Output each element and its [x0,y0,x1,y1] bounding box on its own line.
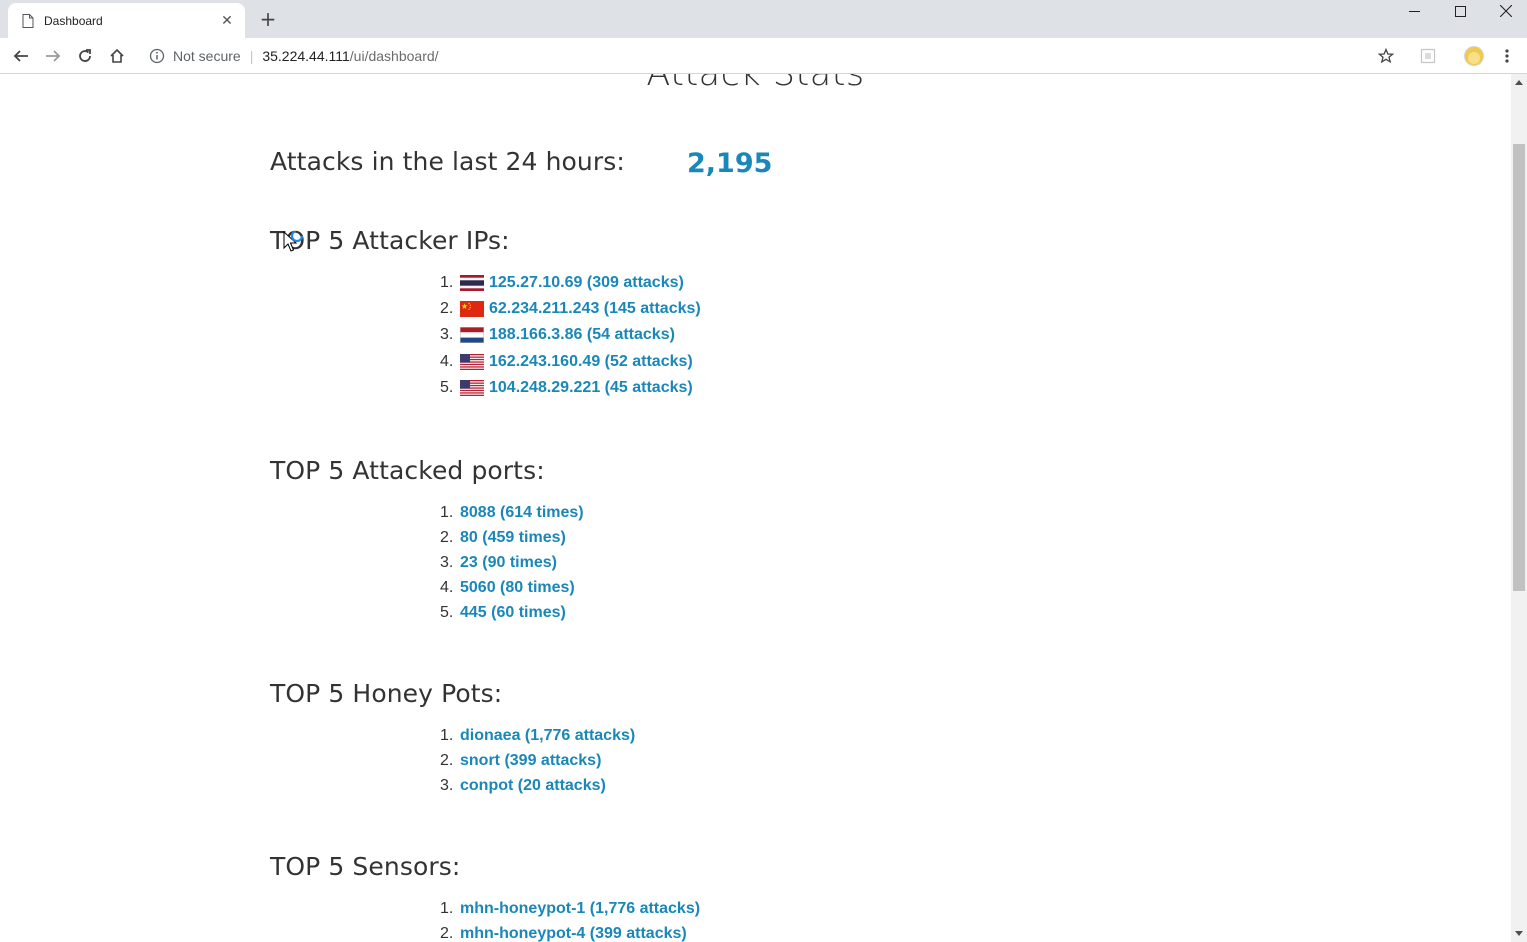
item-number: 1. [440,726,454,744]
home-icon[interactable] [105,44,129,68]
usa-flag-icon [460,380,484,396]
page-title: Attack Stats [646,74,865,94]
china-flag-icon [460,301,484,317]
url-path: /ui/dashboard/ [349,48,439,64]
list-item: 1. 125.27.10.69 (309 attacks) [440,270,701,296]
attacker-ip-link[interactable]: 188.166.3.86 (54 attacks) [489,326,675,344]
item-number: 5. [440,603,454,621]
profile-avatar-icon[interactable] [1462,44,1486,68]
extension-icon[interactable] [1416,44,1440,68]
top-honeypots-heading: TOP 5 Honey Pots: [270,679,503,708]
scroll-down-arrow-icon[interactable] [1515,931,1523,936]
attacks-24h-label: Attacks in the last 24 hours: [270,147,625,176]
url-divider: | [249,48,254,64]
list-item: 4. 5060 (80 times) [440,575,584,600]
page-viewport: Attack Stats Attacks in the last 24 hour… [0,74,1511,942]
mouse-cursor-icon [283,231,304,252]
list-item: 3. 23 (90 times) [440,550,584,575]
attacker-ip-link[interactable]: 162.243.160.49 (52 attacks) [489,353,693,371]
list-item: 1. mhn-honeypot-1 (1,776 attacks) [440,896,700,921]
bookmark-star-icon[interactable] [1374,44,1398,68]
port-link[interactable]: 445 (60 times) [460,604,566,622]
tab-strip: Dashboard ✕ + [0,0,1527,38]
usa-flag-icon [460,353,484,370]
info-icon[interactable] [149,48,165,64]
item-number: 2. [440,300,454,317]
item-number: 4. [440,352,454,370]
minimize-icon[interactable] [1391,0,1437,22]
list-item: 4. 162.243.160.49 (52 attacks) [440,348,701,375]
attacker-ip-link[interactable]: 62.234.211.243 (145 attacks) [489,300,701,318]
port-link[interactable]: 80 (459 times) [460,529,566,547]
port-link[interactable]: 5060 (80 times) [460,579,575,597]
honeypot-link[interactable]: dionaea (1,776 attacks) [460,727,635,745]
forward-icon[interactable] [41,44,65,68]
maximize-icon[interactable] [1437,0,1483,22]
reload-icon[interactable] [73,44,97,68]
item-number: 1. [440,503,454,521]
list-item: 2. mhn-honeypot-4 (399 attacks) [440,921,700,942]
list-item: 1. 8088 (614 times) [440,500,584,525]
list-item: 2. 80 (459 times) [440,525,584,550]
attacker-ip-link[interactable]: 104.248.29.221 (45 attacks) [489,379,693,397]
list-item: 5. 445 (60 times) [440,600,584,625]
item-number: 3. [440,326,454,343]
tab-dashboard[interactable]: Dashboard ✕ [8,3,245,38]
top-honeypots-list: 1. dionaea (1,776 attacks) 2. snort (399 a… [440,723,635,798]
sensor-link[interactable]: mhn-honeypot-4 (399 attacks) [460,925,687,942]
document-icon [22,13,34,28]
browser-toolbar: Not secure | 35.224.44.111/ui/dashboard/ [0,38,1527,74]
scrollbar-thumb[interactable] [1513,144,1525,591]
list-item: 2. snort (399 attacks) [440,748,635,773]
list-item: 3. 188.166.3.86 (54 attacks) [440,322,701,348]
back-icon[interactable] [9,44,33,68]
list-item: 3. conpot (20 attacks) [440,773,635,798]
attacks-24h-value: 2,195 [687,148,773,179]
honeypot-link[interactable]: snort (399 attacks) [460,752,601,770]
attacker-ip-link[interactable]: 125.27.10.69 (309 attacks) [489,274,684,292]
sensor-link[interactable]: mhn-honeypot-1 (1,776 attacks) [460,900,700,918]
vertical-scrollbar[interactable] [1511,74,1527,942]
close-tab-icon[interactable]: ✕ [219,13,235,29]
item-number: 5. [440,379,454,396]
list-item: 2. 62.234.211.243 (145 attacks) [440,296,701,322]
item-number: 4. [440,578,454,596]
port-link[interactable]: 8088 (614 times) [460,504,584,522]
item-number: 2. [440,528,454,546]
port-link[interactable]: 23 (90 times) [460,554,557,572]
top-ports-heading: TOP 5 Attacked ports: [270,456,545,485]
thailand-flag-icon [460,275,484,291]
security-status: Not secure [173,48,241,64]
netherlands-flag-icon [460,327,484,343]
scroll-up-arrow-icon[interactable] [1515,80,1523,85]
url-host: 35.224.44.111 [262,48,350,64]
top-ips-list: 1. 125.27.10.69 (309 attacks) 2. 62.234.… [440,270,701,401]
top-sensors-list: 1. mhn-honeypot-1 (1,776 attacks) 2. mhn-h… [440,896,700,942]
item-number: 1. [440,899,454,917]
item-number: 3. [440,776,454,794]
top-ports-list: 1. 8088 (614 times) 2. 80 (459 times) 3. 23… [440,500,584,625]
honeypot-link[interactable]: conpot (20 attacks) [460,777,606,795]
item-number: 3. [440,553,454,571]
list-item: 1. dionaea (1,776 attacks) [440,723,635,748]
address-bar[interactable]: Not secure | 35.224.44.111/ui/dashboard/ [140,43,1410,69]
tab-title: Dashboard [44,13,103,28]
item-number: 1. [440,274,454,291]
list-item: 5. 104.248.29.221 (45 attacks) [440,375,701,401]
close-window-icon[interactable] [1483,0,1527,22]
menu-kebab-icon[interactable] [1495,44,1519,68]
item-number: 2. [440,924,454,942]
new-tab-button[interactable]: + [258,9,278,29]
item-number: 2. [440,751,454,769]
top-sensors-heading: TOP 5 Sensors: [270,852,461,881]
